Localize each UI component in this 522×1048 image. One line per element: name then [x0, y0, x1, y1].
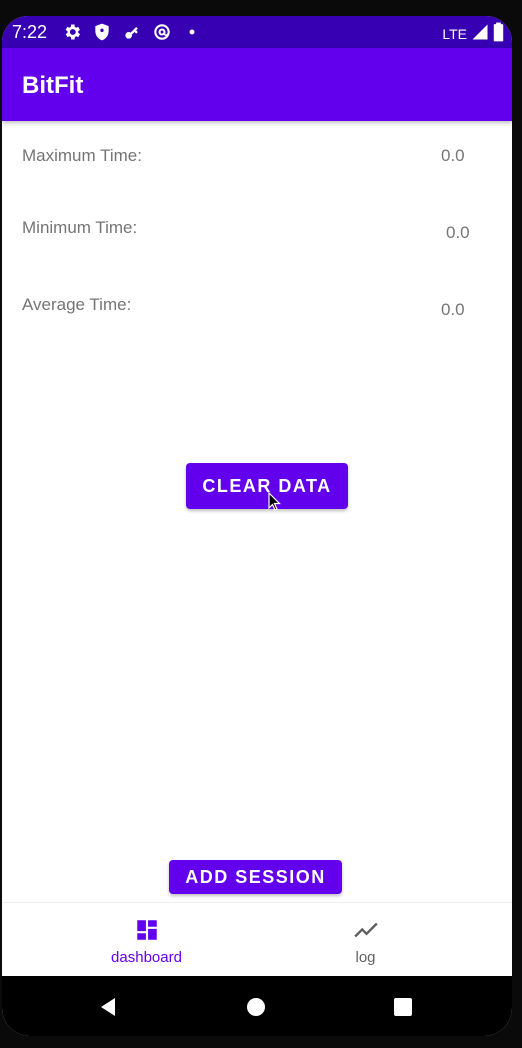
app-title: BitFit — [22, 72, 84, 99]
average-time-value: 0.0 — [441, 300, 465, 319]
minimum-time-value: 0.0 — [446, 223, 470, 242]
maximum-time-label: Maximum Time: — [22, 146, 142, 165]
bottom-navigation: dashboard log — [2, 902, 512, 977]
minimum-time-label: Minimum Time: — [22, 218, 138, 237]
dashboard-icon — [136, 920, 157, 940]
trending-line-icon — [353, 922, 378, 938]
app-bar: BitFit — [2, 48, 512, 121]
clear-data-button[interactable]: CLEAR DATA — [186, 463, 348, 509]
recents-icon[interactable] — [392, 996, 414, 1018]
mouse-cursor-icon — [268, 492, 281, 511]
home-icon[interactable] — [245, 996, 267, 1018]
nav-label-dashboard: dashboard — [111, 949, 182, 966]
network-type: LTE — [442, 25, 467, 42]
vpn-key-icon — [122, 22, 142, 42]
nav-item-log[interactable]: log — [238, 903, 493, 977]
dot-icon — [182, 22, 202, 42]
maximum-time-value: 0.0 — [441, 146, 465, 165]
back-icon[interactable] — [97, 996, 119, 1018]
status-right-group: LTE — [442, 22, 504, 45]
battery-icon — [493, 22, 504, 45]
phone-screen: 7:22 LTE BitFit Maximum Time: 0.0 Minimu… — [2, 16, 512, 1036]
shield-icon — [92, 22, 112, 42]
signal-icon — [471, 23, 489, 44]
status-bar: 7:22 LTE — [2, 16, 512, 48]
device-frame: 7:22 LTE BitFit Maximum Time: 0.0 Minimu… — [0, 0, 522, 1048]
average-time-label: Average Time: — [22, 295, 132, 314]
at-sign-icon — [152, 22, 172, 42]
status-time: 7:22 — [12, 22, 48, 42]
status-notification-icons — [62, 22, 202, 42]
settings-icon — [62, 22, 82, 42]
system-navigation-bar — [2, 976, 512, 1036]
nav-item-dashboard[interactable]: dashboard — [19, 903, 274, 977]
add-session-button[interactable]: ADD SESSION — [169, 860, 342, 894]
nav-label-log: log — [355, 949, 376, 966]
